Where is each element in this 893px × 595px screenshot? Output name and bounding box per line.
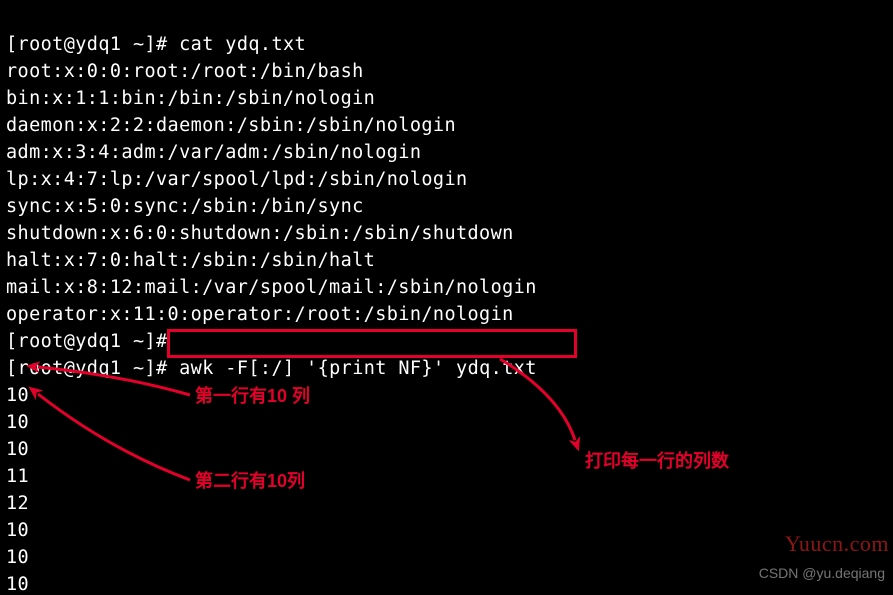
cat-output-line: halt:x:7:0:halt:/sbin:/sbin/halt [6, 250, 375, 271]
cat-output-line: shutdown:x:6:0:shutdown:/sbin:/sbin/shut… [6, 223, 514, 244]
command-awk: awk -F[:/] '{print NF}' ydq.txt [179, 358, 537, 379]
prompt-line-3[interactable]: [root@ydq1 ~]# awk -F[:/] '{print NF}' y… [6, 358, 537, 379]
cat-output-line: mail:x:8:12:mail:/var/spool/mail:/sbin/n… [6, 277, 537, 298]
prompt-line-2[interactable]: [root@ydq1 ~]# [6, 331, 179, 352]
cat-output-line: root:x:0:0:root:/root:/bin/bash [6, 61, 364, 82]
cat-output-line: bin:x:1:1:bin:/bin:/sbin/nologin [6, 88, 375, 109]
awk-output-line: 10 [6, 520, 29, 541]
cat-output-line: operator:x:11:0:operator:/root:/sbin/nol… [6, 304, 514, 325]
awk-output-line: 10 [6, 412, 29, 433]
prompt-line-1[interactable]: [root@ydq1 ~]# cat ydq.txt [6, 34, 306, 55]
awk-output-line: 11 [6, 466, 29, 487]
awk-output-line: 10 [6, 547, 29, 568]
cat-output-line: sync:x:5:0:sync:/sbin:/bin/sync [6, 196, 364, 217]
command-cat: cat ydq.txt [179, 34, 306, 55]
awk-output-line: 10 [6, 574, 29, 595]
awk-output-line: 12 [6, 493, 29, 514]
terminal: [root@ydq1 ~]# cat ydq.txt root:x:0:0:ro… [0, 0, 893, 595]
awk-output-line: 10 [6, 439, 29, 460]
awk-output-line: 10 [6, 385, 29, 406]
cat-output-line: lp:x:4:7:lp:/var/spool/lpd:/sbin/nologin [6, 169, 468, 190]
cat-output-line: daemon:x:2:2:daemon:/sbin:/sbin/nologin [6, 115, 456, 136]
cat-output-line: adm:x:3:4:adm:/var/adm:/sbin/nologin [6, 142, 421, 163]
